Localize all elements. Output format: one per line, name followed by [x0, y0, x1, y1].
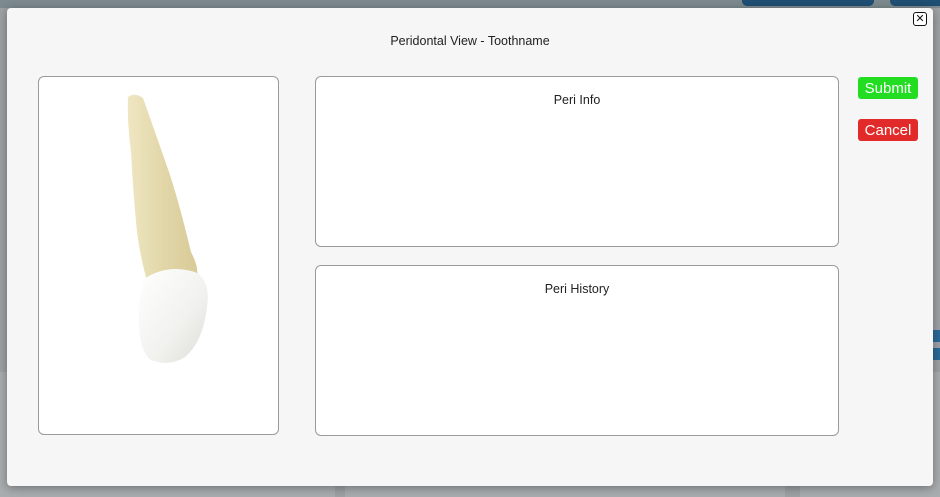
submit-button[interactable]: Submit [858, 77, 918, 99]
peridontal-modal: ✕ Peridontal View - Toothname Peri Info … [7, 8, 933, 486]
background-tab [890, 0, 940, 6]
cancel-button[interactable]: Cancel [858, 119, 918, 141]
tooth-image-panel [38, 76, 279, 435]
peri-info-title: Peri Info [553, 93, 601, 107]
modal-title: Peridontal View - Toothname [390, 34, 550, 48]
peri-history-title: Peri History [544, 282, 610, 296]
peri-info-card: Peri Info [315, 76, 839, 247]
peri-history-card: Peri History [315, 265, 839, 436]
close-icon[interactable]: ✕ [913, 12, 927, 26]
tooth-icon [127, 94, 208, 363]
background-tab [742, 0, 874, 6]
